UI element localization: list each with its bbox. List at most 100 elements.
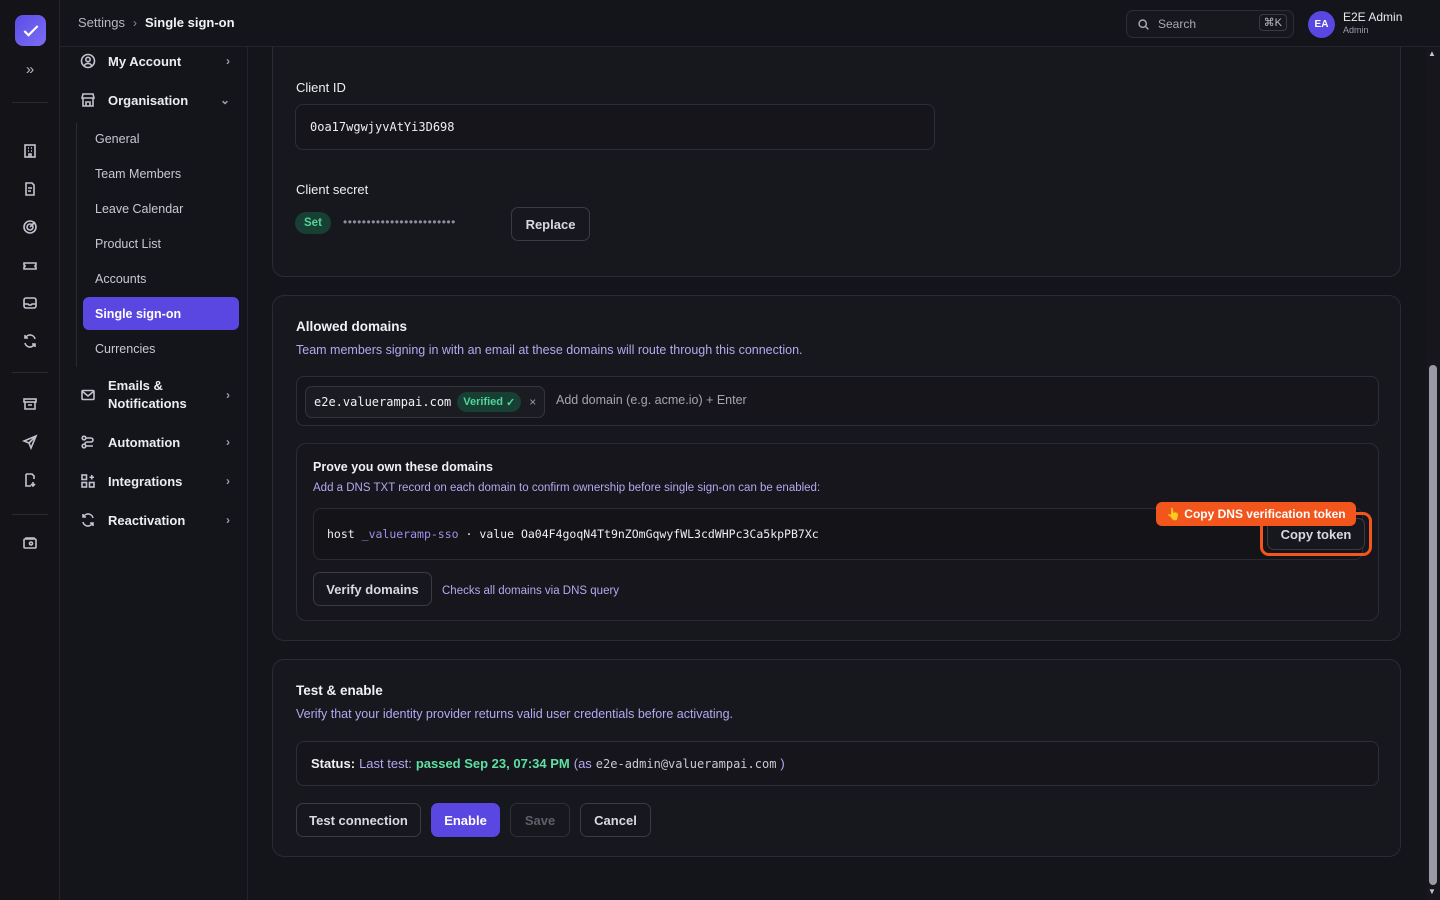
search-shortcut: ⌘K: [1258, 14, 1287, 31]
sidebar-item-general[interactable]: General: [83, 122, 239, 155]
search-input[interactable]: Search ⌘K: [1126, 10, 1294, 38]
refresh-icon[interactable]: [20, 331, 40, 351]
copy-token-tooltip: 👆 Copy DNS verification token: [1156, 502, 1356, 526]
status-label: Status:: [311, 756, 356, 771]
expand-sidebar-icon[interactable]: »: [20, 61, 40, 81]
rail-divider: [12, 372, 48, 373]
client-secret-label: Client secret: [296, 182, 369, 197]
domain-chip: e2e.valuerampai.com Verified ✓ ×: [305, 386, 546, 418]
remove-domain-icon[interactable]: ×: [529, 395, 536, 409]
test-status: Status: Last test: passed Sep 23, 07:34 …: [296, 741, 1379, 786]
sidebar-item-label: Organisation: [108, 92, 189, 108]
domain-input[interactable]: e2e.valuerampai.com Verified ✓ × Add dom…: [296, 376, 1379, 426]
sidebar-item-label-line2: Notifications: [108, 396, 187, 411]
verify-domains-hint: Checks all domains via DNS query: [442, 585, 620, 597]
wallet-icon[interactable]: [20, 533, 40, 553]
sidebar-item-label: Automation: [108, 434, 181, 450]
status-result: passed Sep 23, 07:34 PM: [415, 756, 570, 771]
dns-record-text: host _valueramp-sso · value Oa04F4goqN4T…: [327, 527, 819, 541]
sidebar-item-label-line1: Emails &: [108, 378, 163, 393]
top-header: Settings › Single sign-on Search ⌘K EA E…: [60, 0, 1440, 47]
verified-badge: Verified ✓: [457, 392, 522, 412]
status-email: e2e-admin@valuerampai.com: [595, 756, 777, 771]
sidebar-item-automation[interactable]: Automation ›: [80, 434, 230, 450]
building-icon[interactable]: [20, 141, 40, 161]
archive-icon[interactable]: [20, 394, 40, 414]
breadcrumb-settings[interactable]: Settings: [78, 15, 125, 30]
dns-separator: ·: [465, 527, 473, 541]
main-content: Client ID 0oa17wgwjyvAtYi3D698 Client se…: [248, 47, 1426, 900]
allowed-domains-title: Allowed domains: [296, 319, 408, 334]
sidebar-item-label: Integrations: [108, 473, 183, 489]
client-id-label: Client ID: [296, 80, 346, 95]
domain-chip-label: e2e.valuerampai.com: [314, 395, 452, 409]
secret-set-badge: Set: [295, 212, 331, 234]
sidebar-item-leave-calendar[interactable]: Leave Calendar: [83, 192, 239, 225]
app-rail: »: [0, 0, 60, 900]
rail-divider: [12, 102, 48, 103]
refresh-cycle-icon: [82, 513, 94, 527]
sidebar-item-my-account[interactable]: My Account ›: [80, 53, 230, 69]
user-role: Admin: [1343, 25, 1369, 35]
sidebar-item-currencies[interactable]: Currencies: [83, 332, 239, 365]
replace-button[interactable]: Replace: [511, 207, 590, 241]
client-id-field[interactable]: 0oa17wgwjyvAtYi3D698: [295, 104, 935, 150]
user-circle-icon: [80, 53, 96, 69]
scrollbar-thumb[interactable]: [1429, 365, 1437, 885]
add-domain-placeholder[interactable]: Add domain (e.g. acme.io) + Enter: [556, 393, 747, 407]
cancel-button[interactable]: Cancel: [580, 803, 651, 837]
workflow-icon: [81, 435, 94, 449]
sidebar-item-single-sign-on[interactable]: Single sign-on: [83, 297, 239, 330]
submenu-guide-line: [76, 123, 77, 367]
search-placeholder: Search: [1158, 17, 1197, 31]
status-as-open: (as: [573, 756, 592, 771]
sidebar-item-label: My Account: [108, 53, 182, 69]
chevron-right-icon: ›: [226, 54, 230, 68]
scroll-up-arrow-icon[interactable]: ▲: [1428, 49, 1436, 58]
sidebar-item-label: Emails & Notifications: [108, 377, 187, 413]
status-as-close: ): [780, 756, 785, 771]
main-scrollbar[interactable]: ▲ ▼: [1426, 47, 1440, 900]
sidebar-item-integrations[interactable]: Integrations ›: [80, 473, 230, 489]
chevron-right-icon: ›: [226, 474, 230, 488]
sidebar-item-emails-notifications[interactable]: Emails & Notifications ›: [80, 377, 230, 413]
enable-button[interactable]: Enable: [431, 803, 500, 837]
sidebar-item-team-members[interactable]: Team Members: [83, 157, 239, 190]
domain-ownership-panel: Prove you own these domains Add a DNS TX…: [296, 443, 1379, 621]
save-button[interactable]: Save: [510, 803, 570, 837]
avatar[interactable]: EA: [1308, 11, 1335, 38]
dns-token-value: Oa04F4goqN4Tt9nZOmGqwyfWL3cdWHPc3Ca5kpPB…: [520, 527, 819, 541]
sidebar-item-accounts[interactable]: Accounts: [83, 262, 239, 295]
mail-icon: [81, 389, 95, 401]
dns-host-value: _valueramp-sso: [361, 527, 459, 541]
credentials-card: Client ID 0oa17wgwjyvAtYi3D698 Client se…: [272, 47, 1401, 277]
breadcrumb-current: Single sign-on: [144, 15, 235, 30]
verified-badge-label: Verified: [463, 396, 504, 408]
test-connection-button[interactable]: Test connection: [296, 803, 421, 837]
settings-sidebar: My Account › Organisation ⌄ General Team…: [60, 47, 248, 900]
app-logo[interactable]: [15, 15, 46, 46]
scroll-down-arrow-icon[interactable]: ▼: [1428, 887, 1436, 896]
client-secret-mask: ••••••••••••••••••••••••: [343, 215, 456, 229]
search-icon: [1138, 18, 1149, 30]
document-icon[interactable]: [20, 179, 40, 199]
ticket-icon[interactable]: [20, 256, 40, 276]
send-icon[interactable]: [20, 432, 40, 452]
target-icon[interactable]: [20, 217, 40, 237]
client-id-value: 0oa17wgwjyvAtYi3D698: [310, 120, 455, 134]
file-export-icon[interactable]: [20, 470, 40, 490]
verify-domains-button[interactable]: Verify domains: [313, 572, 432, 606]
store-icon: [80, 93, 96, 107]
sidebar-item-product-list[interactable]: Product List: [83, 227, 239, 260]
chevron-right-icon: ›: [226, 388, 230, 402]
user-menu[interactable]: E2E Admin Admin: [1343, 10, 1402, 35]
chevron-right-icon: ›: [226, 513, 230, 527]
breadcrumb: Settings › Single sign-on: [78, 15, 235, 30]
dns-txt-record: host _valueramp-sso · value Oa04F4goqN4T…: [313, 502, 1372, 560]
rail-divider: [12, 514, 48, 515]
test-enable-title: Test & enable: [296, 683, 383, 698]
sidebar-item-reactivation[interactable]: Reactivation ›: [80, 512, 230, 528]
inbox-icon[interactable]: [20, 293, 40, 313]
sidebar-item-organisation[interactable]: Organisation ⌄: [80, 92, 230, 108]
breadcrumb-chevron-icon: ›: [132, 15, 137, 30]
